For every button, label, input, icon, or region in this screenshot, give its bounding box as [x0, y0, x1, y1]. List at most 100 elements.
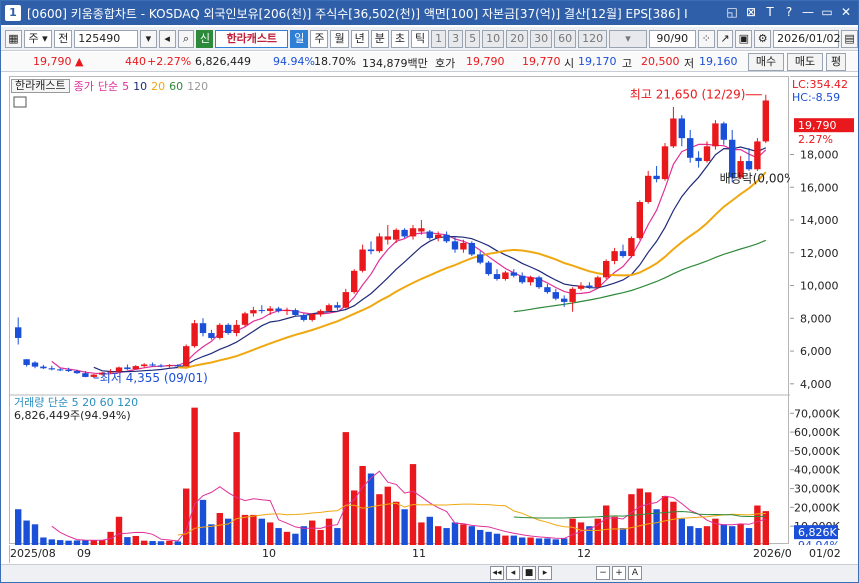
volume-bar: [233, 432, 240, 545]
candle-body: [594, 277, 601, 288]
volume-tick-label: 70,000K: [794, 407, 840, 420]
zoom-out-icon[interactable]: −: [596, 566, 610, 580]
interval-60[interactable]: 60: [554, 29, 577, 48]
close-icon[interactable]: ✕: [838, 4, 854, 21]
maximize-grid-icon[interactable]: ⊠: [743, 4, 759, 21]
grid-toggle-icon: [13, 96, 27, 108]
period-yearly[interactable]: 년: [350, 29, 369, 48]
legend-stock-name[interactable]: 한라캐스트: [11, 79, 70, 93]
interval-10[interactable]: 10: [482, 29, 505, 48]
volume-bar: [720, 524, 727, 545]
period-daily[interactable]: 일: [290, 29, 309, 48]
font-size-icon[interactable]: A: [628, 566, 642, 580]
interval-dropdown[interactable]: ▾: [609, 29, 647, 48]
buy-button[interactable]: 매수: [748, 53, 784, 71]
trend-icon[interactable]: ↗: [716, 29, 734, 48]
range-button[interactable]: 전: [54, 29, 73, 48]
candle-body: [712, 123, 719, 147]
candle-body: [57, 369, 64, 371]
volume-bar: [619, 528, 627, 545]
volume-bar: [393, 501, 400, 545]
hc-label: HC:-8.59: [792, 91, 840, 104]
credit-badge: 신: [196, 29, 214, 48]
high-annotation: 최고 21,650 (12/29): [630, 88, 746, 102]
gear-icon[interactable]: ⚙: [754, 29, 772, 48]
candle-body: [754, 141, 761, 170]
interval-3[interactable]: 3: [448, 29, 464, 48]
volume-tick-label: 20,000K: [794, 501, 840, 514]
candle-body: [73, 371, 81, 374]
toolbar: ▦ 주 ▾ 전 125490 ▾ ◂ ⌕ 신 한라캐스트 일 주 월 년 분 초…: [1, 27, 858, 51]
window-number[interactable]: 1: [5, 5, 21, 21]
volume-bar: [241, 514, 249, 545]
period-tick[interactable]: 틱: [410, 29, 430, 48]
candle-body: [527, 277, 534, 283]
date-field[interactable]: 2026/01/02: [773, 29, 841, 48]
interval-20[interactable]: 20: [506, 29, 529, 48]
text-icon[interactable]: T: [762, 4, 778, 21]
candle-body: [157, 365, 165, 367]
volume-bar: [745, 528, 753, 545]
legend-ma-label: 단순: [97, 80, 119, 93]
volume-bar: [300, 526, 307, 545]
calendar-icon[interactable]: ▤: [841, 29, 858, 48]
candle-body: [174, 365, 181, 367]
chart-panel[interactable]: 최고 21,650 (12/29) 최저 4,355 (09/01) 배당락(0,0…: [9, 76, 800, 545]
help-icon[interactable]: ?: [781, 4, 797, 21]
search-icon[interactable]: ⌕: [177, 29, 195, 48]
volume-bar: [535, 538, 543, 545]
zoom-in-icon[interactable]: +: [612, 566, 626, 580]
candle-body: [636, 202, 643, 239]
period-minute[interactable]: 분: [370, 29, 389, 48]
interval-1[interactable]: 1: [431, 29, 447, 48]
scroll-stop-icon[interactable]: ■: [522, 566, 536, 580]
tools-icon[interactable]: ⁘: [697, 29, 715, 48]
candle-body: [325, 305, 333, 311]
candle-body: [342, 292, 349, 308]
volume-tick-label: 60,000K: [794, 426, 840, 439]
period-monthly[interactable]: 월: [330, 29, 349, 48]
candle-body: [653, 175, 660, 180]
stock-name-field[interactable]: 한라캐스트: [215, 29, 289, 48]
price-change: 440: [125, 55, 146, 68]
period-second[interactable]: 초: [390, 29, 409, 48]
volume-ratio: 94.94%: [273, 55, 315, 68]
period-weekly[interactable]: 주: [310, 29, 329, 48]
price-change-pct: +2.27%: [147, 55, 192, 68]
ma60-line: [513, 239, 767, 313]
candle-body: [426, 231, 433, 239]
candle-body: [275, 308, 282, 311]
volume-bar: [687, 526, 694, 545]
candlestick-chart[interactable]: 최고 21,650 (12/29) 최저 4,355 (09/01) 배당락(0,0…: [10, 77, 800, 545]
candle-body: [435, 234, 442, 239]
interval-30[interactable]: 30: [530, 29, 553, 48]
candle-body: [334, 305, 341, 308]
volume-bar: [376, 494, 383, 545]
eval-button[interactable]: 평: [826, 53, 846, 71]
count-field[interactable]: 90/90: [648, 29, 696, 48]
code-input[interactable]: 125490: [74, 29, 138, 48]
sound-icon[interactable]: ◂: [158, 29, 176, 48]
interval-5[interactable]: 5: [465, 29, 481, 48]
restore-icon[interactable]: ▭: [819, 4, 835, 21]
scroll-first-icon[interactable]: ◂◂: [490, 566, 504, 580]
layout-icon[interactable]: ▦: [5, 29, 22, 48]
minimize-icon[interactable]: —: [800, 4, 816, 21]
sell-button[interactable]: 매도: [787, 53, 823, 71]
price-tick-label: 18,000: [800, 149, 839, 162]
scroll-prev-icon[interactable]: ◂: [506, 566, 520, 580]
scroll-next-icon[interactable]: ▸: [538, 566, 552, 580]
candle-body: [225, 324, 232, 334]
interval-120[interactable]: 120: [578, 29, 608, 48]
volume-bar: [418, 522, 425, 545]
window-title: [0600] 키움종합차트 - KOSDAQ 외국인보유[206(천)] 주식수…: [27, 6, 688, 21]
title-bar: 1 [0600] 키움종합차트 - KOSDAQ 외국인보유[206(천)] 주…: [1, 1, 858, 25]
volume-bar: [443, 528, 450, 545]
code-dropdown-icon[interactable]: ▾: [139, 29, 157, 48]
legend-ma20: 20: [151, 79, 166, 93]
save-icon[interactable]: ▣: [735, 29, 753, 48]
link-icon[interactable]: ◱: [724, 4, 740, 21]
volume-bar: [384, 486, 391, 545]
volume-bar: [653, 509, 660, 545]
chart-type-select[interactable]: 주 ▾: [23, 29, 53, 48]
